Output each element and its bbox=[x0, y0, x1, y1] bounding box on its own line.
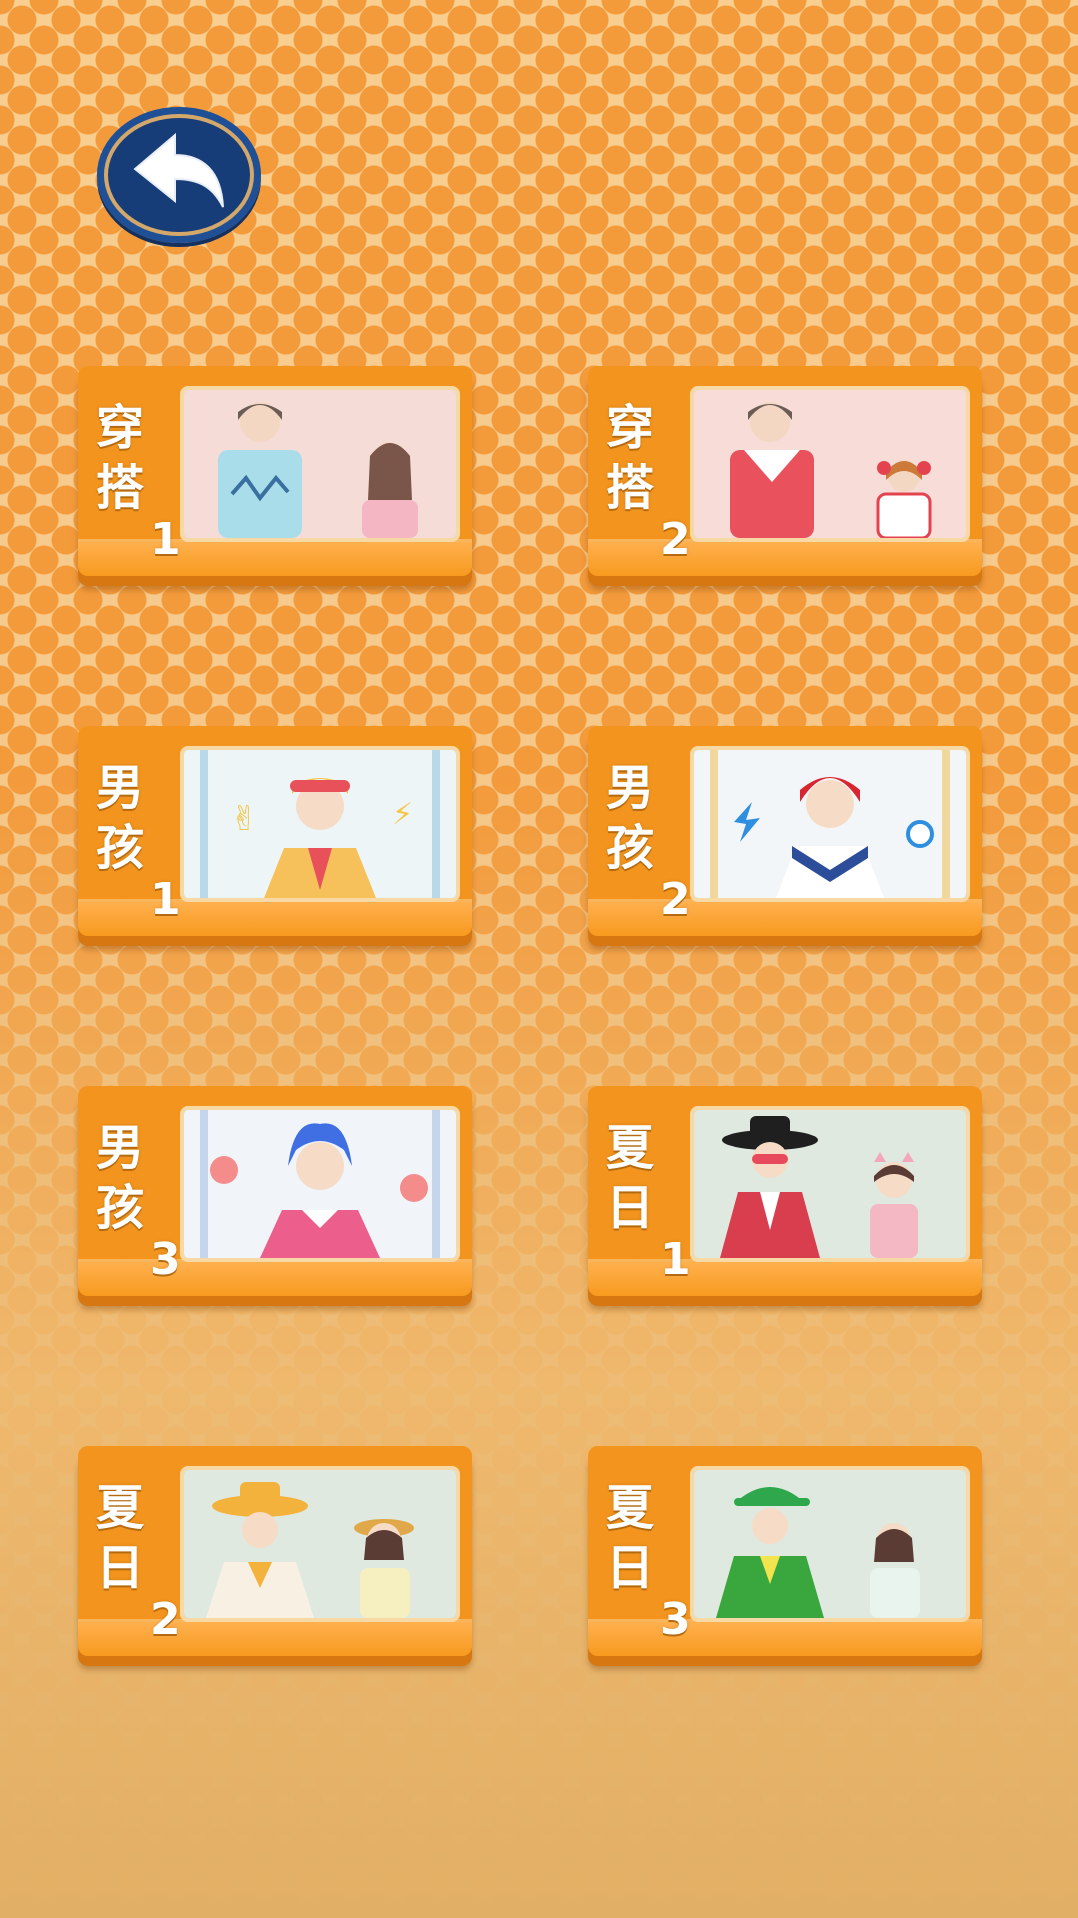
card-label-char: 孩 bbox=[96, 820, 145, 876]
level-card-dress-1[interactable]: 穿 搭 1 bbox=[78, 366, 472, 576]
level-card-summer-3[interactable]: 夏 日 3 bbox=[588, 1446, 982, 1656]
card-thumbnail bbox=[180, 386, 460, 542]
card-label-number: 2 bbox=[150, 1594, 181, 1645]
card-label-char: 夏 bbox=[606, 1120, 655, 1176]
card-label-char: 孩 bbox=[606, 820, 655, 876]
card-thumbnail bbox=[690, 386, 970, 542]
card-label: 夏 日 1 bbox=[598, 1118, 691, 1288]
card-thumbnail: ✌ ⚡ bbox=[180, 746, 460, 902]
card-label: 穿 搭 2 bbox=[598, 398, 691, 568]
card-label-char: 搭 bbox=[96, 460, 145, 516]
card-thumbnail bbox=[690, 1106, 970, 1262]
card-thumbnail bbox=[690, 1466, 970, 1622]
card-label-number: 3 bbox=[150, 1234, 181, 1285]
card-label-char: 孩 bbox=[96, 1180, 145, 1236]
card-label-char: 男 bbox=[96, 1120, 145, 1176]
card-label: 穿 搭 1 bbox=[88, 398, 181, 568]
card-label: 夏 日 2 bbox=[88, 1478, 181, 1648]
svg-text:⚡: ⚡ bbox=[392, 797, 413, 832]
card-thumbnail bbox=[690, 746, 970, 902]
card-label-char: 日 bbox=[606, 1180, 655, 1236]
card-label-number: 2 bbox=[660, 874, 691, 925]
card-label-char: 夏 bbox=[96, 1480, 145, 1536]
level-card-summer-2[interactable]: 夏 日 2 bbox=[78, 1446, 472, 1656]
card-thumbnail bbox=[180, 1466, 460, 1622]
svg-text:✌: ✌ bbox=[230, 799, 259, 839]
card-label-char: 男 bbox=[96, 760, 145, 816]
card-label-number: 1 bbox=[150, 514, 181, 565]
level-card-boy-2[interactable]: 男 孩 2 bbox=[588, 726, 982, 936]
card-label-char: 穿 bbox=[606, 400, 655, 456]
level-card-dress-2[interactable]: 穿 搭 2 bbox=[588, 366, 982, 576]
card-label-char: 搭 bbox=[606, 460, 655, 516]
back-arrow-icon bbox=[133, 132, 224, 208]
card-label-number: 1 bbox=[660, 1234, 691, 1285]
card-label: 男 孩 1 bbox=[88, 758, 181, 928]
card-label-char: 日 bbox=[96, 1540, 145, 1596]
back-button[interactable] bbox=[97, 107, 261, 243]
level-card-boy-1[interactable]: 男 孩 1 ✌ ⚡ bbox=[78, 726, 472, 936]
card-label-char: 男 bbox=[606, 760, 655, 816]
card-thumbnail bbox=[180, 1106, 460, 1262]
card-label-number: 2 bbox=[660, 514, 691, 565]
card-label-char: 日 bbox=[606, 1540, 655, 1596]
card-label-char: 穿 bbox=[96, 400, 145, 456]
level-grid: 穿 搭 1 穿 搭 2 男 孩 1 ✌ ⚡ 男 孩 2 男 孩 3 夏 日 1 … bbox=[78, 366, 982, 1656]
level-card-summer-1[interactable]: 夏 日 1 bbox=[588, 1086, 982, 1296]
card-label: 夏 日 3 bbox=[598, 1478, 691, 1648]
level-card-boy-3[interactable]: 男 孩 3 bbox=[78, 1086, 472, 1296]
card-label: 男 孩 3 bbox=[88, 1118, 181, 1288]
card-label-char: 夏 bbox=[606, 1480, 655, 1536]
card-label-number: 3 bbox=[660, 1594, 691, 1645]
card-label-number: 1 bbox=[150, 874, 181, 925]
card-label: 男 孩 2 bbox=[598, 758, 691, 928]
